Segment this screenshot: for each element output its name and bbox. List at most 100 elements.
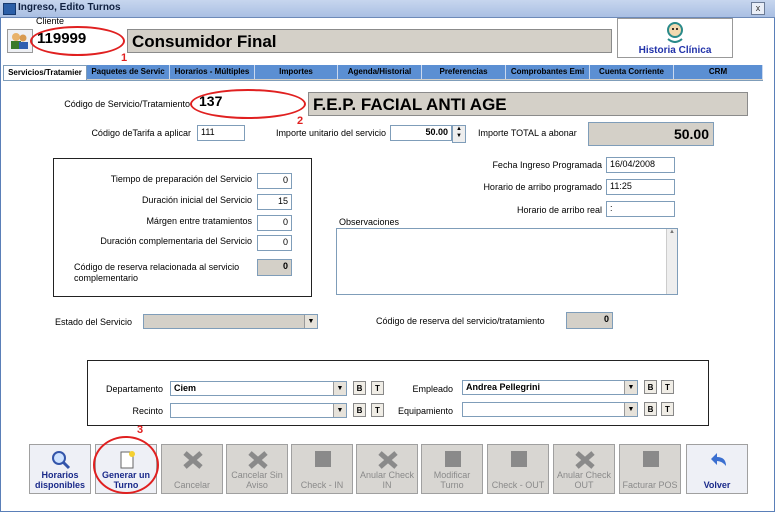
- unit-price-label: Importe unitario del servicio: [275, 128, 386, 138]
- estado-label: Estado del Servicio: [55, 317, 133, 327]
- arribo-prog-field[interactable]: 11:25: [606, 179, 675, 195]
- title-bar: Ingreso, Edito Turnos x: [0, 0, 775, 18]
- recinto-select[interactable]: ▼: [170, 403, 347, 418]
- check-in-label: Check - IN: [300, 480, 344, 490]
- anular-check-in-button[interactable]: Anular Check IN: [356, 444, 418, 494]
- equip-select[interactable]: ▼: [462, 402, 638, 417]
- reserva-rel-label-2: complementario: [74, 273, 139, 283]
- duracion-field[interactable]: 15: [257, 194, 292, 210]
- annotation-number-1: 1: [121, 52, 128, 64]
- reserva-serv-field: 0: [566, 312, 613, 329]
- arribo-real-field[interactable]: :: [606, 201, 675, 217]
- cancel-x-icon: [575, 451, 595, 469]
- annotation-number-2: 2: [297, 115, 304, 127]
- back-arrow-icon: [711, 453, 726, 466]
- equip-t-button[interactable]: T: [661, 402, 674, 416]
- complementaria-label: Duración complementaria del Servicio: [100, 236, 252, 246]
- square-icon: [643, 451, 659, 467]
- empleado-label: Empleado: [412, 384, 453, 394]
- tab-servicios[interactable]: Servicios/Tratamier: [3, 65, 87, 80]
- annotation-number-3: 3: [137, 424, 144, 436]
- estado-select[interactable]: ▼: [143, 314, 318, 329]
- tab-paquetes[interactable]: Paquetes de Servic: [87, 65, 170, 79]
- empleado-b-button[interactable]: B: [644, 380, 657, 394]
- tab-agenda[interactable]: Agenda/Historial: [338, 65, 422, 79]
- tarifa-field[interactable]: 111: [197, 125, 245, 141]
- cancelar-label: Cancelar: [173, 480, 211, 490]
- modificar-turno-button[interactable]: Modificar Turno: [421, 444, 483, 494]
- reserva-rel-field: 0: [257, 259, 292, 276]
- empleado-select[interactable]: Andrea Pellegrini ▼: [462, 380, 638, 395]
- total-field: 50.00: [588, 122, 714, 146]
- complementaria-field[interactable]: 0: [257, 235, 292, 251]
- historia-clinica-button[interactable]: Historia Clínica: [617, 18, 733, 58]
- check-in-button[interactable]: Check - IN: [291, 444, 353, 494]
- duracion-label: Duración inicial del Servicio: [141, 195, 252, 205]
- annotation-circle-2: [190, 89, 306, 119]
- chevron-down-icon: ▼: [624, 381, 637, 394]
- modificar-turno-label: Modificar Turno: [433, 470, 471, 490]
- fecha-field[interactable]: 16/04/2008: [606, 157, 675, 173]
- square-icon: [445, 451, 461, 467]
- arribo-prog-label: Horario de arribo programado: [483, 182, 602, 192]
- empleado-value: Andrea Pellegrini: [466, 382, 541, 392]
- square-icon: [511, 451, 527, 467]
- reserva-serv-label: Código de reserva del servicio/tratamien…: [376, 316, 545, 326]
- empleado-t-button[interactable]: T: [661, 380, 674, 394]
- users-icon: [11, 33, 28, 49]
- servicio-name: F.E.P. FACIAL ANTI AGE: [308, 92, 748, 116]
- recinto-label: Recinto: [132, 406, 163, 416]
- servicio-code-label: Código de Servicio/Tratamiento: [64, 99, 190, 109]
- anular-check-in-label: Anular Check IN: [359, 470, 415, 490]
- cancelar-button[interactable]: Cancelar: [161, 444, 223, 494]
- chevron-down-icon: ▼: [333, 404, 346, 417]
- annotation-circle-1: [30, 26, 125, 56]
- tab-importes[interactable]: Importes: [255, 65, 338, 79]
- recinto-b-button[interactable]: B: [353, 403, 366, 417]
- observaciones-scrollbar[interactable]: ▲: [666, 229, 677, 294]
- margen-field[interactable]: 0: [257, 215, 292, 231]
- app-icon: [3, 3, 16, 15]
- tab-horarios[interactable]: Horarios - Múltiples: [170, 65, 255, 79]
- horarios-disponibles-label: Horarios disponibles: [34, 470, 85, 490]
- tab-crm[interactable]: CRM: [674, 65, 763, 79]
- unit-price-spinner[interactable]: ▲ ▼: [452, 125, 466, 143]
- facturar-pos-button[interactable]: Facturar POS: [619, 444, 681, 494]
- depto-b-button[interactable]: B: [353, 381, 366, 395]
- anular-check-out-label: Anular Check OUT: [556, 470, 612, 490]
- doctor-icon: [667, 22, 683, 43]
- historia-clinica-label: Historia Clínica: [638, 45, 712, 56]
- tab-preferencias[interactable]: Preferencias: [422, 65, 506, 79]
- tab-cuenta-corriente[interactable]: Cuenta Corriente: [590, 65, 674, 79]
- cancel-x-icon: [378, 451, 398, 469]
- cancelar-sin-aviso-label: Cancelar Sin Aviso: [231, 470, 283, 490]
- chevron-down-icon: ▼: [304, 315, 317, 328]
- check-out-button[interactable]: Check - OUT: [487, 444, 549, 494]
- fecha-label: Fecha Ingreso Programada: [492, 160, 602, 170]
- facturar-pos-label: Facturar POS: [622, 480, 678, 490]
- cancel-x-icon: [183, 451, 203, 469]
- cliente-label: Cliente: [36, 16, 65, 26]
- equip-b-button[interactable]: B: [644, 402, 657, 416]
- depto-select[interactable]: Ciem ▼: [170, 381, 347, 396]
- depto-label: Departamento: [105, 384, 163, 394]
- horarios-disponibles-button[interactable]: Horarios disponibles: [29, 444, 91, 494]
- unit-price-field[interactable]: 50.00: [390, 125, 452, 141]
- chevron-down-icon: ▼: [333, 382, 346, 395]
- magnifier-icon: [52, 451, 71, 470]
- square-icon: [315, 451, 331, 467]
- prep-field[interactable]: 0: [257, 173, 292, 189]
- cancelar-sin-aviso-button[interactable]: Cancelar Sin Aviso: [226, 444, 288, 494]
- close-button[interactable]: x: [751, 2, 765, 15]
- annotation-circle-3: [93, 436, 159, 494]
- window-title: Ingreso, Edito Turnos: [18, 2, 121, 13]
- volver-button[interactable]: Volver: [686, 444, 748, 494]
- depto-value: Ciem: [174, 383, 197, 393]
- anular-check-out-button[interactable]: Anular Check OUT: [553, 444, 615, 494]
- cancel-x-icon: [248, 451, 268, 469]
- observaciones-textarea[interactable]: ▲: [336, 228, 678, 295]
- tab-comprobantes[interactable]: Comprobantes Emi: [506, 65, 590, 79]
- tarifa-label: Código deTarifa a aplicar: [91, 128, 191, 138]
- arribo-real-label: Horario de arribo real: [516, 205, 602, 215]
- observaciones-label: Observaciones: [339, 217, 400, 227]
